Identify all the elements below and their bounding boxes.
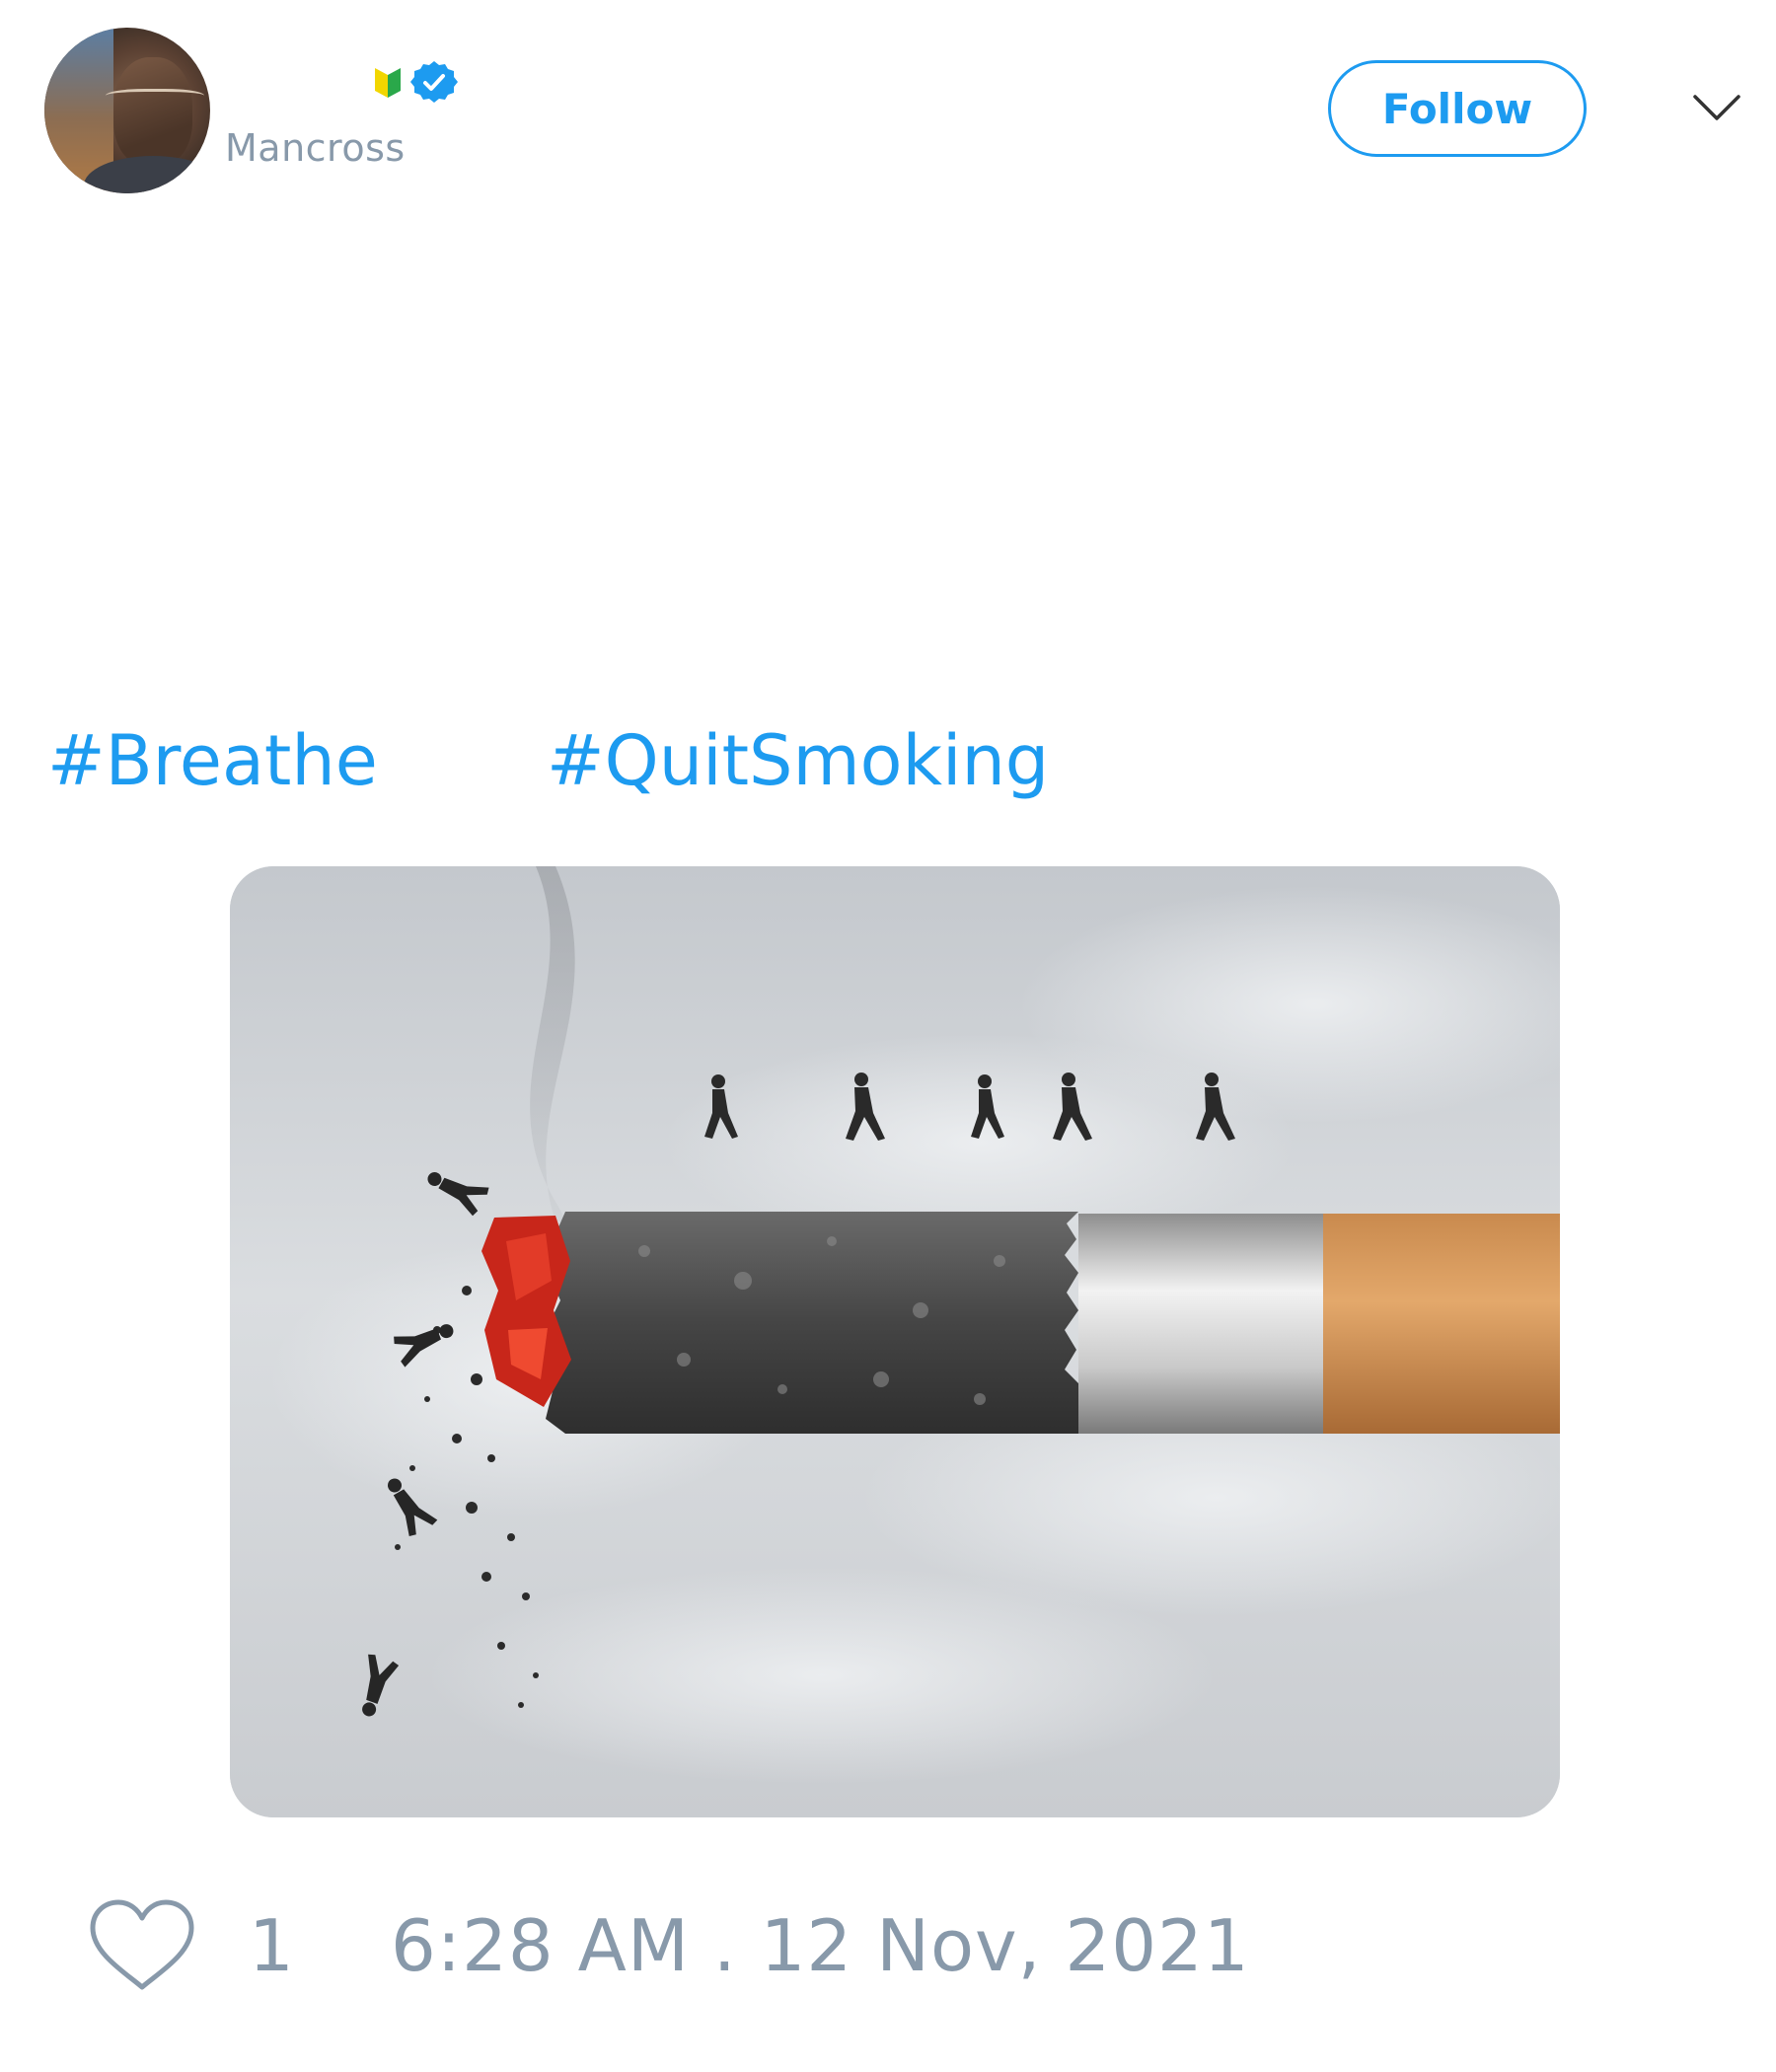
beginner-icon [375,68,401,98]
tweet-media-image[interactable] [230,866,1560,1817]
author-badges [373,59,458,107]
follow-button[interactable]: Follow [1328,60,1587,157]
avatar[interactable] [44,28,210,193]
avatar-face [113,57,192,166]
avatar-glasses [106,89,204,106]
chevron-down-icon[interactable] [1691,89,1742,128]
hashtag-link[interactable]: #Breathe [47,720,378,801]
tweet-card: Mancross Follow #Breathe #QuitSmoking 1 … [0,0,1776,2072]
tweet-text: #Breathe #QuitSmoking [47,720,1231,809]
tweet-timestamp[interactable]: 6:28 AM . 12 Nov, 2021 [391,1904,1250,1987]
like-count: 1 [249,1904,294,1987]
verified-icon [410,61,458,103]
cigarette-illustration [230,866,1560,1817]
author-handle[interactable]: Mancross [225,126,406,170]
heart-icon[interactable] [87,1896,197,1995]
hashtag-link[interactable]: #QuitSmoking [547,720,1049,801]
